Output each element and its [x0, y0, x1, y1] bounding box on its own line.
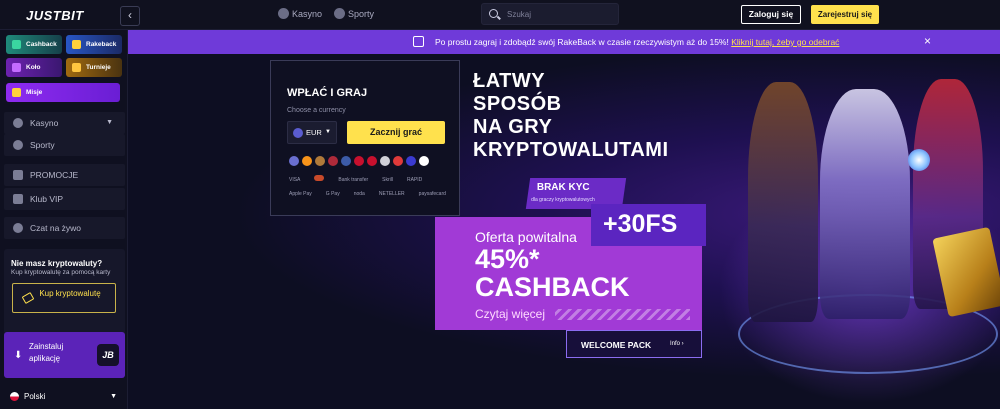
offer-title: Oferta powitalna	[475, 229, 577, 245]
tile-wheel[interactable]: Koło	[6, 58, 62, 77]
cashback-icon	[12, 40, 21, 49]
currency-coins	[289, 156, 429, 166]
announcement-link[interactable]: Kliknij tutaj, żeby go odebrać	[731, 37, 839, 47]
free-spins-badge: +30FS	[591, 204, 706, 246]
announcement-text: Po prostu zagraj i zdobądź swój RakeBack…	[435, 37, 729, 47]
logo[interactable]: JUSTBIT	[26, 8, 84, 23]
close-icon[interactable]: ×	[924, 34, 931, 48]
trophy-icon	[72, 63, 81, 72]
currency-coin-icon	[315, 156, 325, 166]
currency-coin-icon	[354, 156, 364, 166]
poland-flag-icon	[10, 392, 19, 401]
currency-coin-icon	[328, 156, 338, 166]
offer-percent: 45%*	[475, 244, 540, 274]
crystal-ball-image	[908, 149, 930, 171]
register-button[interactable]: Zarejestruj się	[811, 5, 879, 24]
deposit-title: WPŁAĆ I GRAJ	[287, 87, 368, 99]
chat-icon	[13, 223, 23, 233]
app-logo-badge: JB	[97, 344, 119, 366]
spade-icon	[13, 118, 23, 128]
adventurer-character-image	[748, 82, 818, 322]
welcome-pack-info: Info ›	[670, 341, 684, 347]
tile-missions[interactable]: Misje	[6, 83, 120, 102]
decorative-stripes	[555, 309, 690, 320]
currency-coin-icon	[367, 156, 377, 166]
spade-icon	[278, 8, 289, 19]
download-icon: ⬇	[14, 350, 23, 361]
currency-coin-icon	[341, 156, 351, 166]
login-button[interactable]: Zaloguj się	[741, 5, 801, 24]
tag-icon	[13, 170, 23, 180]
install-app-button[interactable]: ⬇ Zainstaluj aplikację JB	[4, 332, 125, 378]
tile-rakeback[interactable]: Rakeback	[66, 35, 122, 54]
start-playing-button[interactable]: Zacznij grać	[347, 121, 445, 144]
chevron-down-icon: ▼	[110, 393, 117, 400]
currency-coin-icon	[393, 156, 403, 166]
buy-crypto-subtitle: Kup kryptowalutę za pomocą karty	[11, 269, 111, 276]
rocket-icon	[12, 88, 21, 97]
sidebar-item-vip[interactable]: Klub VIP	[4, 188, 125, 210]
top-nav: Kasyno Sporty	[278, 8, 374, 19]
nav-casino[interactable]: Kasyno	[278, 8, 322, 19]
currency-coin-icon	[419, 156, 429, 166]
tile-cashback[interactable]: Cashback	[6, 35, 62, 54]
buy-crypto-title: Nie masz kryptowaluty?	[11, 259, 103, 268]
currency-coin-icon	[406, 156, 416, 166]
payment-methods-row-1: VISA Bank transfer Skrill RAPID	[289, 175, 423, 183]
sidebar-collapse-button[interactable]: ‹	[120, 6, 140, 26]
search-input[interactable]	[507, 7, 607, 22]
tile-tournaments[interactable]: Turnieje	[66, 58, 122, 77]
read-more-link[interactable]: Czytaj więcej	[475, 307, 545, 321]
chevron-down-icon: ▼	[325, 129, 331, 135]
currency-coin-icon	[302, 156, 312, 166]
deposit-panel: WPŁAĆ I GRAJ Choose a currency EUR ▼ Zac…	[270, 60, 460, 216]
wheel-icon	[12, 63, 21, 72]
football-icon	[13, 140, 23, 150]
sidebar-item-live-chat[interactable]: Czat na żywo	[4, 217, 125, 239]
currency-coin-icon	[289, 156, 299, 166]
currency-coin-icon	[380, 156, 390, 166]
sidebar-item-casino[interactable]: Kasyno ▼	[4, 112, 125, 134]
currency-select[interactable]: EUR ▼	[287, 121, 337, 144]
hero-headline: ŁATWY SPOSÓB NA GRY KRYPTOWALUTAMI	[473, 70, 669, 161]
euro-icon	[293, 128, 303, 138]
football-icon	[334, 8, 346, 19]
card-icon	[21, 292, 35, 304]
gift-icon	[413, 36, 424, 47]
payment-methods-row-2: Apple Pay G Pay noda NETELLER paysafecard	[289, 191, 446, 197]
sidebar-item-sports[interactable]: Sporty	[4, 134, 125, 156]
currency-label: Choose a currency	[287, 107, 346, 114]
hero-banner: WPŁAĆ I GRAJ Choose a currency EUR ▼ Zac…	[128, 54, 1000, 409]
chevron-down-icon: ▼	[106, 119, 113, 126]
search-box[interactable]	[481, 3, 619, 25]
rakeback-icon	[72, 40, 81, 49]
top-bar: JUSTBIT ‹ Kasyno Sporty Zaloguj się Zare…	[0, 0, 1000, 30]
welcome-pack-button[interactable]: WELCOME PACK Info ›	[566, 330, 702, 358]
vip-icon	[13, 194, 23, 204]
announcement-bar: Po prostu zagraj i zdobądź swój RakeBack…	[128, 30, 1000, 54]
nav-sports[interactable]: Sporty	[334, 8, 374, 19]
search-icon	[489, 9, 498, 18]
buy-crypto-button[interactable]: Kup kryptowalutę	[12, 283, 116, 313]
sidebar-item-promotions[interactable]: PROMOCJE	[4, 164, 125, 186]
mastercard-icon	[314, 175, 325, 181]
sidebar: Cashback Rakeback Koło Turnieje Misje Ka…	[0, 30, 128, 409]
offer-cashback: CASHBACK	[475, 272, 630, 302]
language-selector[interactable]: Polski ▼	[4, 387, 125, 407]
zeus-character-image	[820, 89, 910, 319]
